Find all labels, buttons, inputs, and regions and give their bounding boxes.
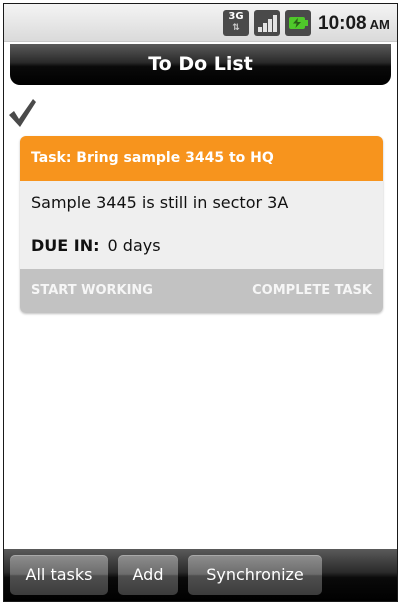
complete-task-button[interactable]: COMPLETE TASK bbox=[252, 269, 372, 313]
task-due: DUE IN: 0 days bbox=[31, 236, 161, 255]
synchronize-button[interactable]: Synchronize bbox=[188, 555, 322, 595]
task-card: Task: Bring sample 3445 to HQ Sample 344… bbox=[20, 136, 383, 313]
all-tasks-button[interactable]: All tasks bbox=[10, 555, 108, 595]
task-title: Task: Bring sample 3445 to HQ bbox=[31, 150, 274, 166]
page-title: To Do List bbox=[148, 53, 253, 75]
signal-strength-icon bbox=[254, 10, 280, 36]
task-actions: START WORKING COMPLETE TASK bbox=[20, 269, 383, 313]
title-bar: To Do List bbox=[10, 44, 391, 85]
battery-charging-icon bbox=[285, 10, 311, 36]
status-clock: 10:08 AM bbox=[318, 13, 390, 36]
checkmark-icon[interactable] bbox=[7, 97, 37, 129]
network-type-label: 3G bbox=[228, 11, 244, 22]
add-button[interactable]: Add bbox=[118, 555, 178, 595]
clock-time: 10:08 bbox=[318, 13, 367, 34]
status-bar: 3G ⇅ 10:08 AM bbox=[4, 4, 397, 42]
due-label: DUE IN: bbox=[31, 236, 100, 255]
app-screen: 3G ⇅ 10:08 AM To Do List Task: Bring samp… bbox=[3, 3, 398, 602]
due-value: 0 days bbox=[107, 236, 161, 255]
clock-ampm: AM bbox=[369, 17, 390, 32]
bottom-toolbar: All tasks Add Synchronize bbox=[4, 549, 397, 601]
start-working-button[interactable]: START WORKING bbox=[31, 269, 153, 313]
task-header: Task: Bring sample 3445 to HQ bbox=[20, 136, 383, 181]
network-3g-icon: 3G ⇅ bbox=[223, 10, 249, 36]
task-description: Sample 3445 is still in sector 3A bbox=[31, 193, 289, 212]
data-arrows-icon: ⇅ bbox=[232, 23, 240, 33]
